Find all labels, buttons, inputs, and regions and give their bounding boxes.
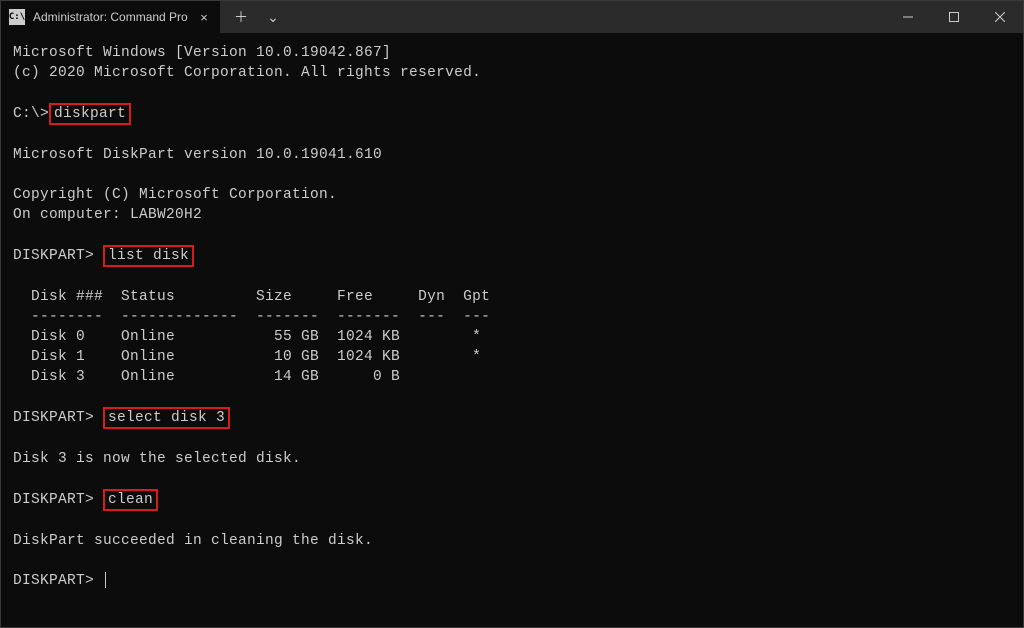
tab-dropdown-button[interactable]: ⌄ — [259, 3, 287, 31]
window-controls — [885, 1, 1023, 33]
text-cursor — [105, 572, 106, 588]
prompt: DISKPART> — [13, 573, 103, 589]
table-row: Disk 0 Online 55 GB 1024 KB * — [13, 329, 481, 345]
output-line: DiskPart succeeded in cleaning the disk. — [13, 533, 373, 549]
output-line: Microsoft Windows [Version 10.0.19042.86… — [13, 45, 391, 61]
table-header: Disk ### Status Size Free Dyn Gpt — [13, 289, 490, 305]
prompt: DISKPART> — [13, 492, 103, 508]
minimize-button[interactable] — [885, 1, 931, 33]
titlebar: C:\ Administrator: Command Promp × ＋ ⌄ — [1, 1, 1023, 33]
output-line: Copyright (C) Microsoft Corporation. — [13, 187, 337, 203]
close-button[interactable] — [977, 1, 1023, 33]
maximize-button[interactable] — [931, 1, 977, 33]
prompt: C:\> — [13, 106, 49, 122]
tab-controls: ＋ ⌄ — [221, 3, 293, 31]
command-list-disk: list disk — [103, 245, 194, 267]
output-line: (c) 2020 Microsoft Corporation. All righ… — [13, 65, 481, 81]
command-clean: clean — [103, 489, 158, 511]
prompt: DISKPART> — [13, 410, 103, 426]
table-row: Disk 3 Online 14 GB 0 B — [13, 369, 400, 385]
terminal-body[interactable]: Microsoft Windows [Version 10.0.19042.86… — [1, 33, 1023, 627]
command-select-disk: select disk 3 — [103, 407, 230, 429]
command-prompt-icon: C:\ — [9, 9, 25, 25]
table-row: Disk 1 Online 10 GB 1024 KB * — [13, 349, 481, 365]
active-tab[interactable]: C:\ Administrator: Command Promp × — [1, 1, 221, 33]
command-diskpart: diskpart — [49, 103, 131, 125]
tab-close-button[interactable]: × — [196, 9, 212, 25]
output-line: Microsoft DiskPart version 10.0.19041.61… — [13, 147, 382, 163]
terminal-window: C:\ Administrator: Command Promp × ＋ ⌄ M… — [0, 0, 1024, 628]
table-separator: -------- ------------- ------- ------- -… — [13, 309, 490, 325]
output-line: On computer: LABW20H2 — [13, 207, 202, 223]
new-tab-button[interactable]: ＋ — [227, 3, 255, 31]
output-line: Disk 3 is now the selected disk. — [13, 451, 301, 467]
prompt: DISKPART> — [13, 248, 103, 264]
tab-title: Administrator: Command Promp — [33, 10, 188, 24]
